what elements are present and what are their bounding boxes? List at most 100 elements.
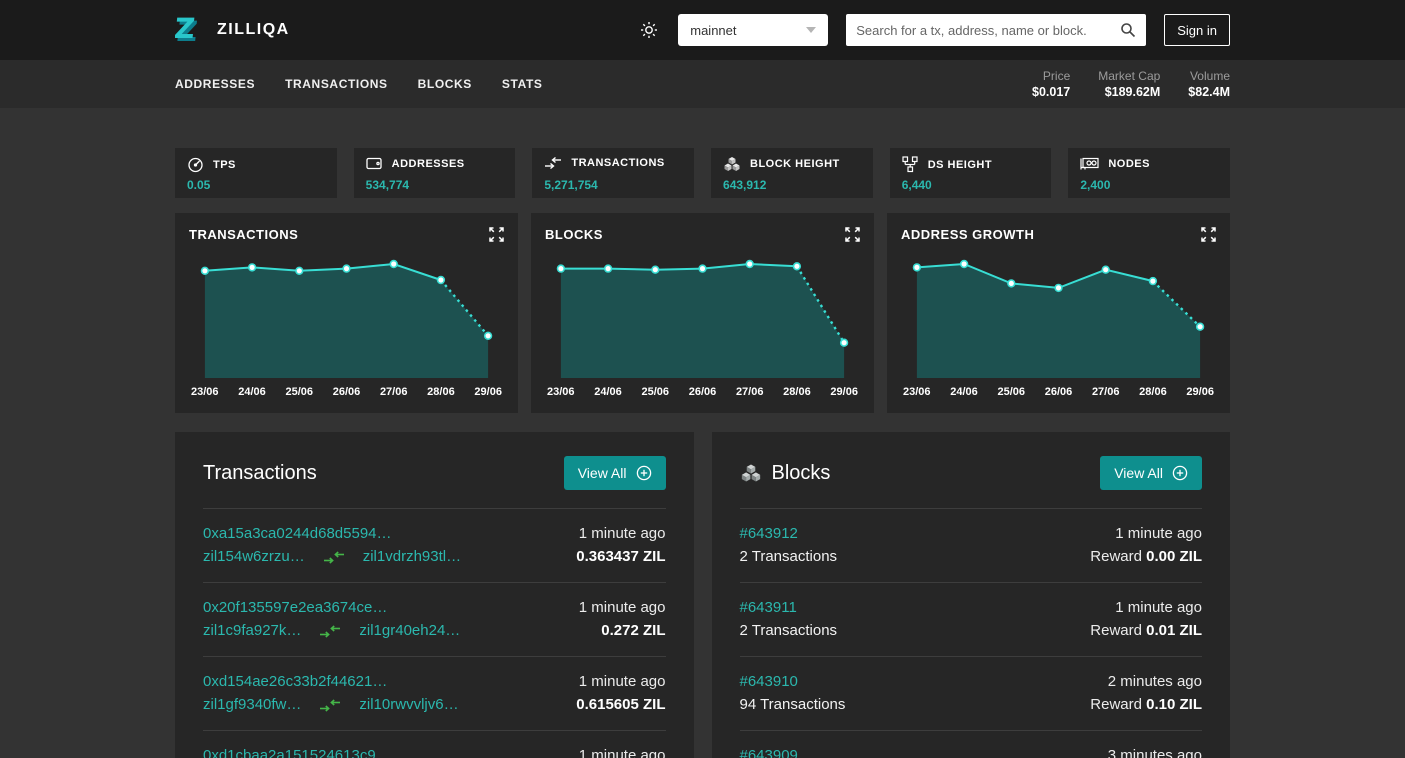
block-number-link[interactable]: #643909 xyxy=(740,746,798,758)
expand-icon[interactable] xyxy=(1201,227,1216,242)
network-select[interactable]: mainnet xyxy=(678,14,829,46)
tx-time: 1 minute ago xyxy=(578,747,666,758)
block-row: #643909 3 minutes ago xyxy=(739,730,1202,758)
chart-card-address-growth: ADDRESS GROWTH 23/06 24/06 25/06 26/06 27/06… xyxy=(887,213,1230,413)
market-stats: Price $0.017 Market Cap $189.62M Volume … xyxy=(1032,69,1230,100)
nav-item-addresses[interactable]: ADDRESSES xyxy=(175,77,255,91)
block-reward: Reward 0.01 ZIL xyxy=(1090,621,1202,641)
chart-x-label: 29/06 xyxy=(1186,386,1214,398)
block-row: #643912 2 Transactions 1 minute ago Rewa… xyxy=(739,508,1202,582)
tx-from-address-link[interactable]: zil154w6zrzu… xyxy=(203,547,305,567)
nav-item-stats[interactable]: STATS xyxy=(502,77,543,91)
tx-to-address-link[interactable]: zil1gr40eh24… xyxy=(359,621,460,641)
expand-icon[interactable] xyxy=(489,227,504,242)
stat-label: NODES xyxy=(1108,157,1150,170)
sign-in-button[interactable]: Sign in xyxy=(1164,14,1230,46)
block-reward: Reward 0.00 ZIL xyxy=(1090,547,1202,567)
tx-from-address-link[interactable]: zil1c9fa927k… xyxy=(203,621,301,641)
chart-title: BLOCKS xyxy=(545,227,603,242)
tx-amount: 0.363437 ZIL xyxy=(576,548,666,565)
block-reward-label: Reward xyxy=(1090,548,1147,565)
brand-logo-link[interactable]: Z Z ZILLIQA xyxy=(175,14,290,46)
block-row: #643911 2 Transactions 1 minute ago Rewa… xyxy=(739,582,1202,656)
view-all-label: View All xyxy=(1114,465,1163,481)
block-number-link[interactable]: #643912 xyxy=(740,524,838,544)
transfer-icon xyxy=(545,156,562,170)
market-price: Price $0.017 xyxy=(1032,69,1070,100)
block-row: #643910 94 Transactions 2 minutes ago Re… xyxy=(739,656,1202,730)
expand-icon[interactable] xyxy=(845,227,860,242)
block-time: 3 minutes ago xyxy=(1107,747,1202,758)
transaction-row: 0x20f135597e2ea3674ce… zil1c9fa927k… zil… xyxy=(203,582,666,656)
blocks-list: #643912 2 Transactions 1 minute ago Rewa… xyxy=(739,508,1202,758)
tx-to-address-link[interactable]: zil10rwvvljv6… xyxy=(359,695,458,715)
block-reward-label: Reward xyxy=(1090,696,1147,713)
chart-card-transactions: TRANSACTIONS 23/06 24/06 25/06 26/06 27/06 28… xyxy=(175,213,518,413)
market-volume: Volume $82.4M xyxy=(1188,69,1230,100)
zilliqa-logo-icon: Z Z xyxy=(175,14,199,46)
chart-x-axis: 23/06 24/06 25/06 26/06 27/06 28/06 29/06 xyxy=(901,386,1216,398)
tx-amount: 0.272 ZIL xyxy=(601,622,666,639)
market-cap-label: Market Cap xyxy=(1098,68,1161,83)
chart-x-label: 29/06 xyxy=(474,386,502,398)
tx-to-address-link[interactable]: zil1vdrzh93tl… xyxy=(363,547,461,567)
chart-x-label: 29/06 xyxy=(830,386,858,398)
stat-label: BLOCK HEIGHT xyxy=(750,158,840,170)
tx-hash-link[interactable]: 0xa15a3ca0244d68d5594… xyxy=(203,524,461,544)
stat-card-transactions: TRANSACTIONS 5,271,754 xyxy=(532,148,695,198)
tx-hash-link[interactable]: 0xd154ae26c33b2f44621… xyxy=(203,672,459,692)
stat-value: 5,271,754 xyxy=(544,178,598,192)
stat-label: TPS xyxy=(213,158,236,171)
stat-card-block-height: BLOCK HEIGHT 643,912 xyxy=(711,148,873,198)
chart-x-label: 28/06 xyxy=(1139,386,1167,398)
market-cap-value: $189.62M xyxy=(1104,84,1161,99)
plus-circle-icon xyxy=(636,465,651,481)
chart-x-label: 27/06 xyxy=(735,386,764,398)
chevron-down-icon xyxy=(806,27,817,33)
block-reward-value: 0.10 ZIL xyxy=(1146,696,1202,713)
block-tx-count: 94 Transactions xyxy=(739,696,846,713)
tx-from-address-link[interactable]: zil1gf9340fw… xyxy=(203,695,301,715)
transaction-row: 0xa15a3ca0244d68d5594… zil154w6zrzu… zil… xyxy=(203,508,666,582)
tx-time: 1 minute ago xyxy=(578,599,666,616)
market-volume-value: $82.4M xyxy=(1188,84,1230,99)
chart-x-label: 28/06 xyxy=(783,386,811,398)
search-input[interactable] xyxy=(856,22,1121,38)
chart-x-label: 24/06 xyxy=(594,386,622,398)
search-box xyxy=(846,14,1147,46)
chart-x-label: 26/06 xyxy=(688,386,717,398)
stat-label: DS HEIGHT xyxy=(927,158,993,171)
transactions-list: 0xa15a3ca0244d68d5594… zil154w6zrzu… zil… xyxy=(203,508,666,758)
nav-item-transactions[interactable]: TRANSACTIONS xyxy=(285,77,388,91)
tx-hash-link[interactable]: 0x20f135597e2ea3674ce… xyxy=(203,598,460,618)
transaction-row: 0xd154ae26c33b2f44621… zil1gf9340fw… zil… xyxy=(203,656,666,730)
view-all-label: View All xyxy=(577,465,627,481)
nav-item-blocks[interactable]: BLOCKS xyxy=(418,77,472,91)
search-icon[interactable] xyxy=(1120,22,1136,38)
charts-row: TRANSACTIONS 23/06 24/06 25/06 26/06 27/06 28… xyxy=(175,213,1230,413)
block-number-link[interactable]: #643911 xyxy=(740,598,838,618)
theme-toggle-sun-icon[interactable] xyxy=(638,19,660,41)
chart-x-label: 25/06 xyxy=(997,386,1025,398)
brand-name: ZILLIQA xyxy=(217,21,290,38)
chart-title: ADDRESS GROWTH xyxy=(901,227,1035,242)
chart-x-label: 24/06 xyxy=(238,386,266,398)
gauge-icon xyxy=(188,157,203,173)
tx-hash-link[interactable]: 0xd1cbaa2a151524613c9… xyxy=(203,746,391,758)
transactions-view-all-button[interactable]: View All xyxy=(563,456,666,490)
block-reward-value: 0.01 ZIL xyxy=(1146,622,1202,639)
blocks-view-all-button[interactable]: View All xyxy=(1100,456,1202,490)
chart-card-blocks: BLOCKS 23/06 24/06 25/06 26/06 27/06 28/06 29/… xyxy=(531,213,874,413)
block-number-link[interactable]: #643910 xyxy=(740,672,846,692)
chart-x-label: 23/06 xyxy=(547,386,575,398)
cubes-icon xyxy=(724,157,740,171)
block-time: 2 minutes ago xyxy=(1107,673,1202,690)
stat-value: 2,400 xyxy=(1080,178,1111,192)
cubes-icon xyxy=(741,464,760,482)
chart-x-label: 27/06 xyxy=(379,386,408,398)
chart-x-label: 27/06 xyxy=(1091,386,1120,398)
market-price-value: $0.017 xyxy=(1032,84,1071,99)
chart-x-label: 26/06 xyxy=(1044,386,1073,398)
chart-x-label: 26/06 xyxy=(332,386,361,398)
transactions-panel: Transactions View All 0xa15a3ca0244d68d5… xyxy=(175,432,694,758)
